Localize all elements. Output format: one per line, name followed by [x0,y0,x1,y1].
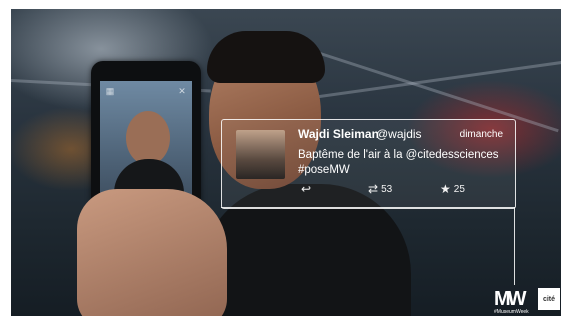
favorite-action: ★ 25 [440,182,465,196]
tweet-text-line1: Baptême de l'air à la @citedessciences [298,149,499,161]
retweet-icon: ⇄ [368,182,379,196]
tweet-author-name: Wajdi Sleiman [298,127,379,141]
tweet-text: Baptême de l'air à la @citedessciences #… [298,148,503,178]
retweet-count: 53 [381,183,393,195]
cite-logo-icon: cité [538,288,560,310]
museumweek-hashtag: #MuseumWeek [494,309,529,315]
close-icon: ✕ [178,85,186,96]
reply-icon: ↩ [301,182,312,196]
tweet-author-handle: @wajdis [376,127,422,141]
avatar [236,130,285,179]
overlay-line-vertical [514,207,515,285]
tweet-date: dimanche [459,129,503,140]
structure-beam [290,60,561,102]
overlay-line-horizontal [221,207,515,208]
selfie-face [126,111,170,165]
tweet-text-line2: #poseMW [298,164,350,176]
person-hair [207,31,325,83]
museumweek-logo: MW [494,288,527,310]
retweet-action: ⇄ 53 [368,182,392,196]
hand [77,189,227,316]
star-icon: ★ [440,182,451,196]
grid-icon: ▦ [105,85,115,96]
reply-action: ↩ [301,182,311,196]
tweet-card: Wajdi Sleiman @wajdis dimanche Baptême d… [221,119,516,209]
favorite-count: 25 [453,183,465,195]
